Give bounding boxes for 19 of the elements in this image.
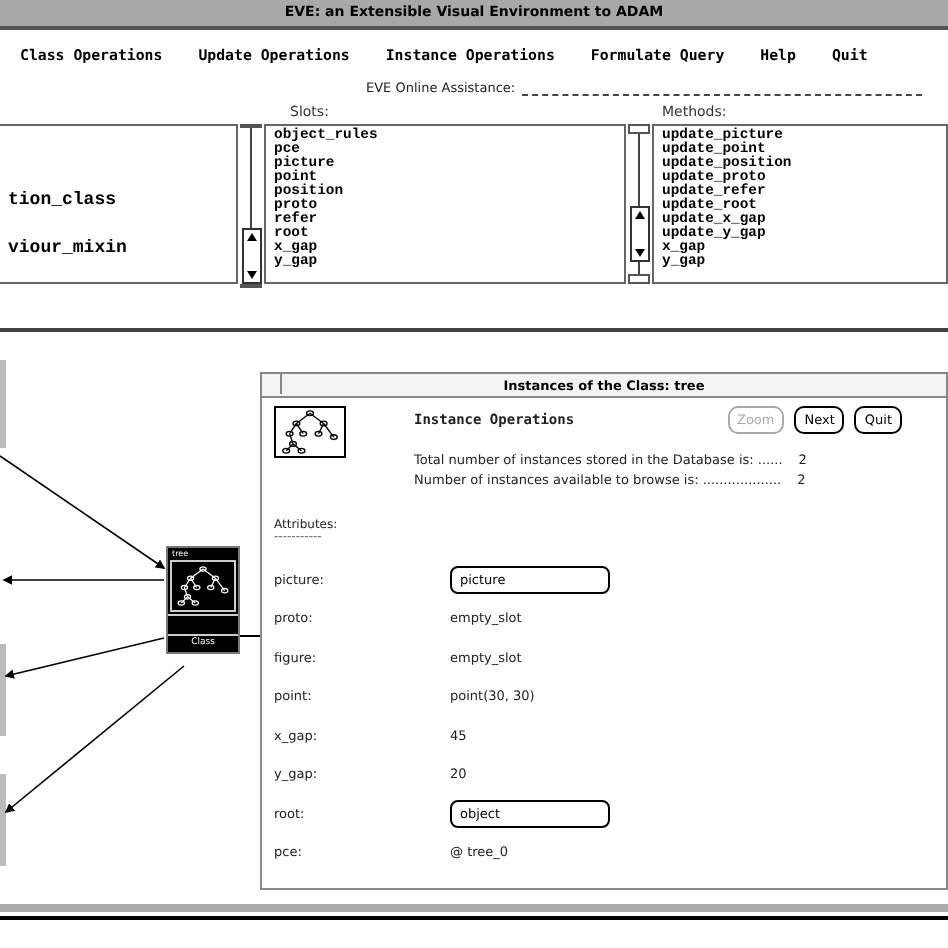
scrollbar-end-cap[interactable] xyxy=(628,124,650,134)
class-list[interactable]: tion_class viour_mixin xyxy=(0,124,238,284)
node-stub[interactable] xyxy=(0,360,6,448)
list-item[interactable]: viour_mixin xyxy=(8,236,228,260)
tree-diagram-icon xyxy=(172,562,234,610)
scroll-up-icon[interactable] xyxy=(633,210,645,220)
scrollbar[interactable] xyxy=(240,124,262,284)
scrollbar-end-cap[interactable] xyxy=(240,284,262,288)
scrollbar-end-cap[interactable] xyxy=(240,124,262,128)
connector-line xyxy=(237,635,260,637)
scroll-down-icon[interactable] xyxy=(245,270,257,280)
list-item[interactable]: tion_class xyxy=(8,188,228,212)
scroll-up-icon[interactable] xyxy=(245,232,257,242)
scroll-down-icon[interactable] xyxy=(633,248,645,258)
node-stub[interactable] xyxy=(0,644,6,736)
scrollbar-end-cap[interactable] xyxy=(628,274,650,284)
tree-diagram-icon xyxy=(276,408,344,456)
scrollbar[interactable] xyxy=(628,124,650,284)
node-stub[interactable] xyxy=(0,774,6,866)
